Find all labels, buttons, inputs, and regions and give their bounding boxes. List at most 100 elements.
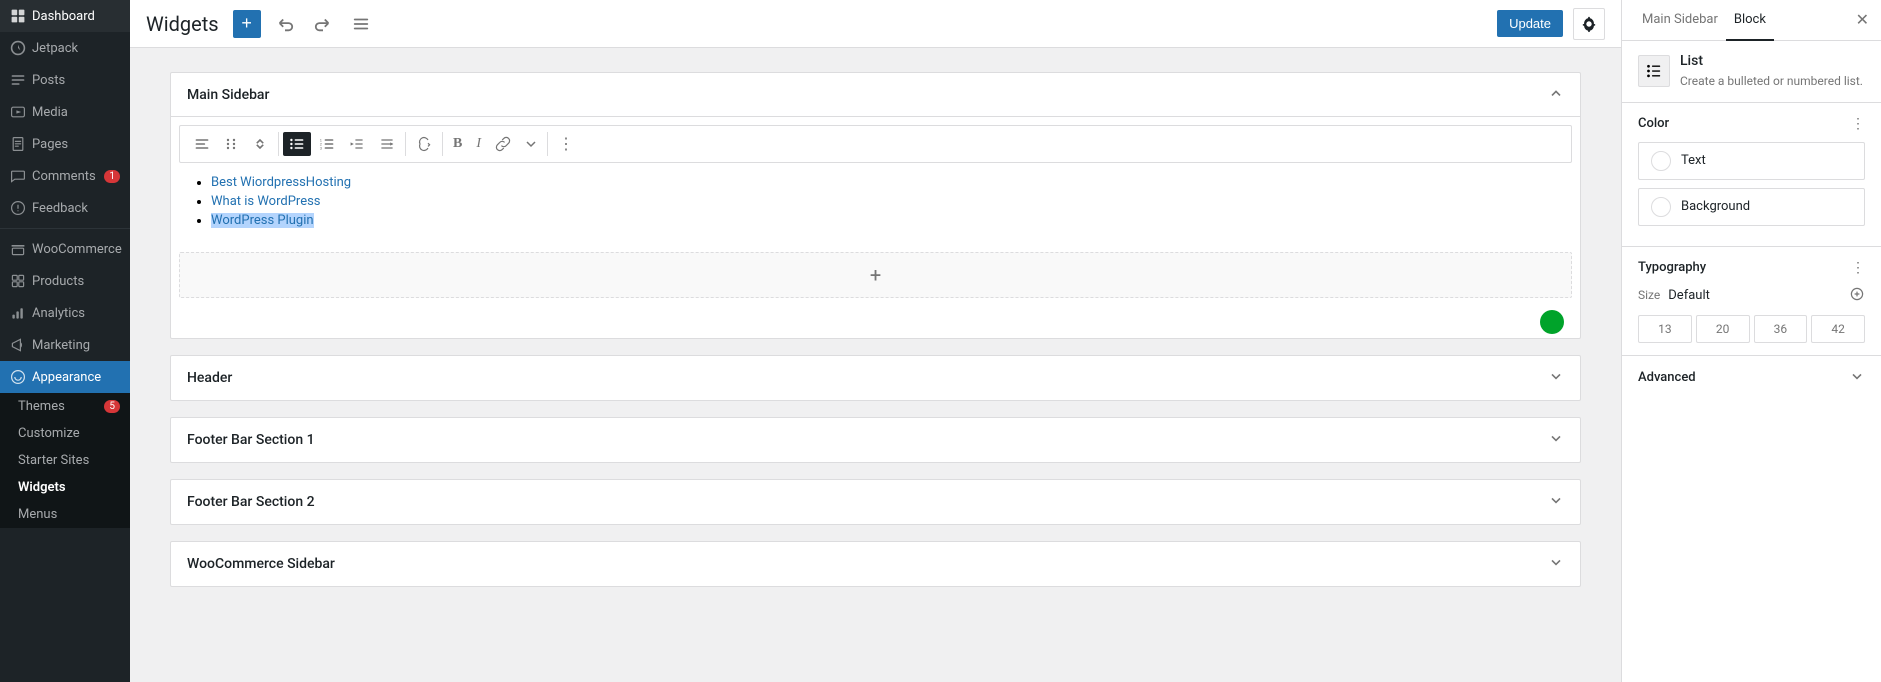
add-block-button[interactable]: + bbox=[233, 10, 261, 38]
sidebar-subitem-widgets[interactable]: Widgets bbox=[0, 474, 130, 501]
list-view-button[interactable] bbox=[347, 10, 375, 38]
toolbar-indent-button[interactable] bbox=[373, 132, 401, 156]
sidebar-item-appearance[interactable]: Appearance bbox=[0, 361, 130, 393]
color-option-text[interactable]: Text bbox=[1638, 142, 1865, 180]
starter-sites-label: Starter Sites bbox=[18, 453, 89, 468]
sidebar-item-comments[interactable]: Comments 1 bbox=[0, 160, 130, 192]
undo-icon bbox=[276, 15, 294, 33]
toolbar-options-button[interactable]: ⋮ bbox=[552, 130, 581, 158]
main-sidebar-collapse-button[interactable] bbox=[1548, 85, 1564, 104]
block-description: Create a bulleted or numbered list. bbox=[1680, 73, 1863, 90]
widget-area-footer-2: Footer Bar Section 2 bbox=[170, 479, 1581, 525]
header-area-header[interactable]: Header bbox=[171, 356, 1580, 400]
widget-list-content: Best WiordpressHosting What is WordPress… bbox=[171, 167, 1580, 244]
transform-icon bbox=[416, 136, 432, 152]
redo-button[interactable] bbox=[309, 10, 337, 38]
sidebar-item-label: Products bbox=[32, 274, 84, 289]
list-link-3[interactable]: WordPress Plugin bbox=[211, 213, 314, 228]
advanced-section: Advanced bbox=[1622, 356, 1881, 400]
tab-block[interactable]: Block bbox=[1726, 0, 1774, 41]
dashboard-icon bbox=[10, 8, 26, 24]
color-option-background[interactable]: Background bbox=[1638, 188, 1865, 226]
sidebar-item-pages[interactable]: Pages bbox=[0, 128, 130, 160]
sidebar-subitem-customize[interactable]: Customize bbox=[0, 420, 130, 447]
size-pill-42[interactable]: 42 bbox=[1811, 315, 1865, 343]
sidebar-subitem-starter-sites[interactable]: Starter Sites bbox=[0, 447, 130, 474]
sidebar-subitem-menus[interactable]: Menus bbox=[0, 501, 130, 528]
media-icon bbox=[10, 104, 26, 120]
themes-badge: 5 bbox=[104, 400, 120, 413]
toolbar-transform-button[interactable] bbox=[410, 132, 438, 156]
move-icon bbox=[252, 136, 268, 152]
link-icon bbox=[495, 136, 511, 152]
background-color-label: Background bbox=[1681, 199, 1750, 214]
feedback-icon bbox=[10, 200, 26, 216]
tab-main-sidebar[interactable]: Main Sidebar bbox=[1634, 0, 1726, 41]
pages-icon bbox=[10, 136, 26, 152]
analytics-icon bbox=[10, 305, 26, 321]
toolbar-align-button[interactable] bbox=[188, 132, 216, 156]
close-icon: ✕ bbox=[1856, 12, 1869, 29]
toolbar-ordered-button[interactable]: 123 bbox=[313, 132, 341, 156]
footer2-collapse-button[interactable] bbox=[1548, 492, 1564, 511]
color-options-button[interactable]: ⋮ bbox=[1851, 115, 1865, 132]
woocommerce-area-header[interactable]: WooCommerce Sidebar bbox=[171, 542, 1580, 586]
list-link-2[interactable]: What is WordPress bbox=[211, 194, 321, 209]
main-sidebar-title: Main Sidebar bbox=[187, 87, 269, 103]
right-panel-close-button[interactable]: ✕ bbox=[1856, 10, 1869, 30]
typography-options-button[interactable]: ⋮ bbox=[1851, 259, 1865, 276]
sidebar-item-marketing[interactable]: Marketing bbox=[0, 329, 130, 361]
list-block-icon bbox=[1638, 55, 1670, 87]
menus-label: Menus bbox=[18, 507, 57, 522]
main-sidebar-header[interactable]: Main Sidebar bbox=[171, 73, 1580, 117]
size-pill-20[interactable]: 20 bbox=[1696, 315, 1750, 343]
settings-button[interactable] bbox=[1573, 8, 1605, 40]
toolbar-more-button[interactable] bbox=[519, 134, 543, 154]
woocommerce-collapse-button[interactable] bbox=[1548, 554, 1564, 573]
size-default-value: Default bbox=[1668, 288, 1841, 303]
toolbar-link-button[interactable] bbox=[489, 132, 517, 156]
sidebar-item-woocommerce[interactable]: WooCommerce bbox=[0, 233, 130, 265]
comments-icon bbox=[10, 168, 26, 184]
tab-main-sidebar-label: Main Sidebar bbox=[1642, 12, 1718, 27]
footer1-collapse-button[interactable] bbox=[1548, 430, 1564, 449]
page-title: Widgets bbox=[146, 12, 219, 36]
size-control-button[interactable] bbox=[1849, 286, 1865, 305]
add-block-area[interactable]: + bbox=[179, 252, 1572, 298]
marketing-icon bbox=[10, 337, 26, 353]
toolbar-list-button[interactable] bbox=[283, 132, 311, 156]
chevron-down-icon bbox=[1548, 492, 1564, 508]
sidebar-item-dashboard[interactable]: Dashboard bbox=[0, 0, 130, 32]
sidebar-item-feedback[interactable]: Feedback bbox=[0, 192, 130, 224]
toolbar-bold-button[interactable]: B bbox=[447, 132, 468, 156]
size-pill-13[interactable]: 13 bbox=[1638, 315, 1692, 343]
footer1-area-header[interactable]: Footer Bar Section 1 bbox=[171, 418, 1580, 462]
themes-label: Themes bbox=[18, 399, 65, 414]
footer2-area-header[interactable]: Footer Bar Section 2 bbox=[171, 480, 1580, 524]
sidebar-submenu-appearance: Themes 5 Customize Starter Sites Widgets… bbox=[0, 393, 130, 528]
header-collapse-button[interactable] bbox=[1548, 368, 1564, 387]
sidebar-item-products[interactable]: Products bbox=[0, 265, 130, 297]
undo-button[interactable] bbox=[271, 10, 299, 38]
chevron-down-icon bbox=[1548, 430, 1564, 446]
sidebar-item-jetpack[interactable]: Jetpack bbox=[0, 32, 130, 64]
toolbar-drag-button[interactable] bbox=[218, 133, 244, 155]
svg-text:3: 3 bbox=[320, 146, 323, 151]
settings-icon bbox=[1580, 15, 1598, 33]
update-button[interactable]: Update bbox=[1497, 10, 1563, 37]
sidebar-item-media[interactable]: Media bbox=[0, 96, 130, 128]
sidebar-item-posts[interactable]: Posts bbox=[0, 64, 130, 96]
advanced-header[interactable]: Advanced bbox=[1638, 368, 1865, 388]
toolbar-italic-button[interactable]: I bbox=[470, 132, 487, 156]
appearance-icon bbox=[10, 369, 26, 385]
green-indicator-container bbox=[171, 306, 1580, 338]
sidebar-subitem-themes[interactable]: Themes 5 bbox=[0, 393, 130, 420]
list-link-1[interactable]: Best WiordpressHosting bbox=[211, 175, 351, 190]
widget-area-main-sidebar: Main Sidebar bbox=[170, 72, 1581, 339]
topbar: Widgets + Update bbox=[130, 0, 1621, 48]
indent-icon bbox=[379, 136, 395, 152]
size-pill-36[interactable]: 36 bbox=[1754, 315, 1808, 343]
toolbar-outdent-button[interactable] bbox=[343, 132, 371, 156]
sidebar-item-analytics[interactable]: Analytics bbox=[0, 297, 130, 329]
toolbar-move-button[interactable] bbox=[246, 132, 274, 156]
